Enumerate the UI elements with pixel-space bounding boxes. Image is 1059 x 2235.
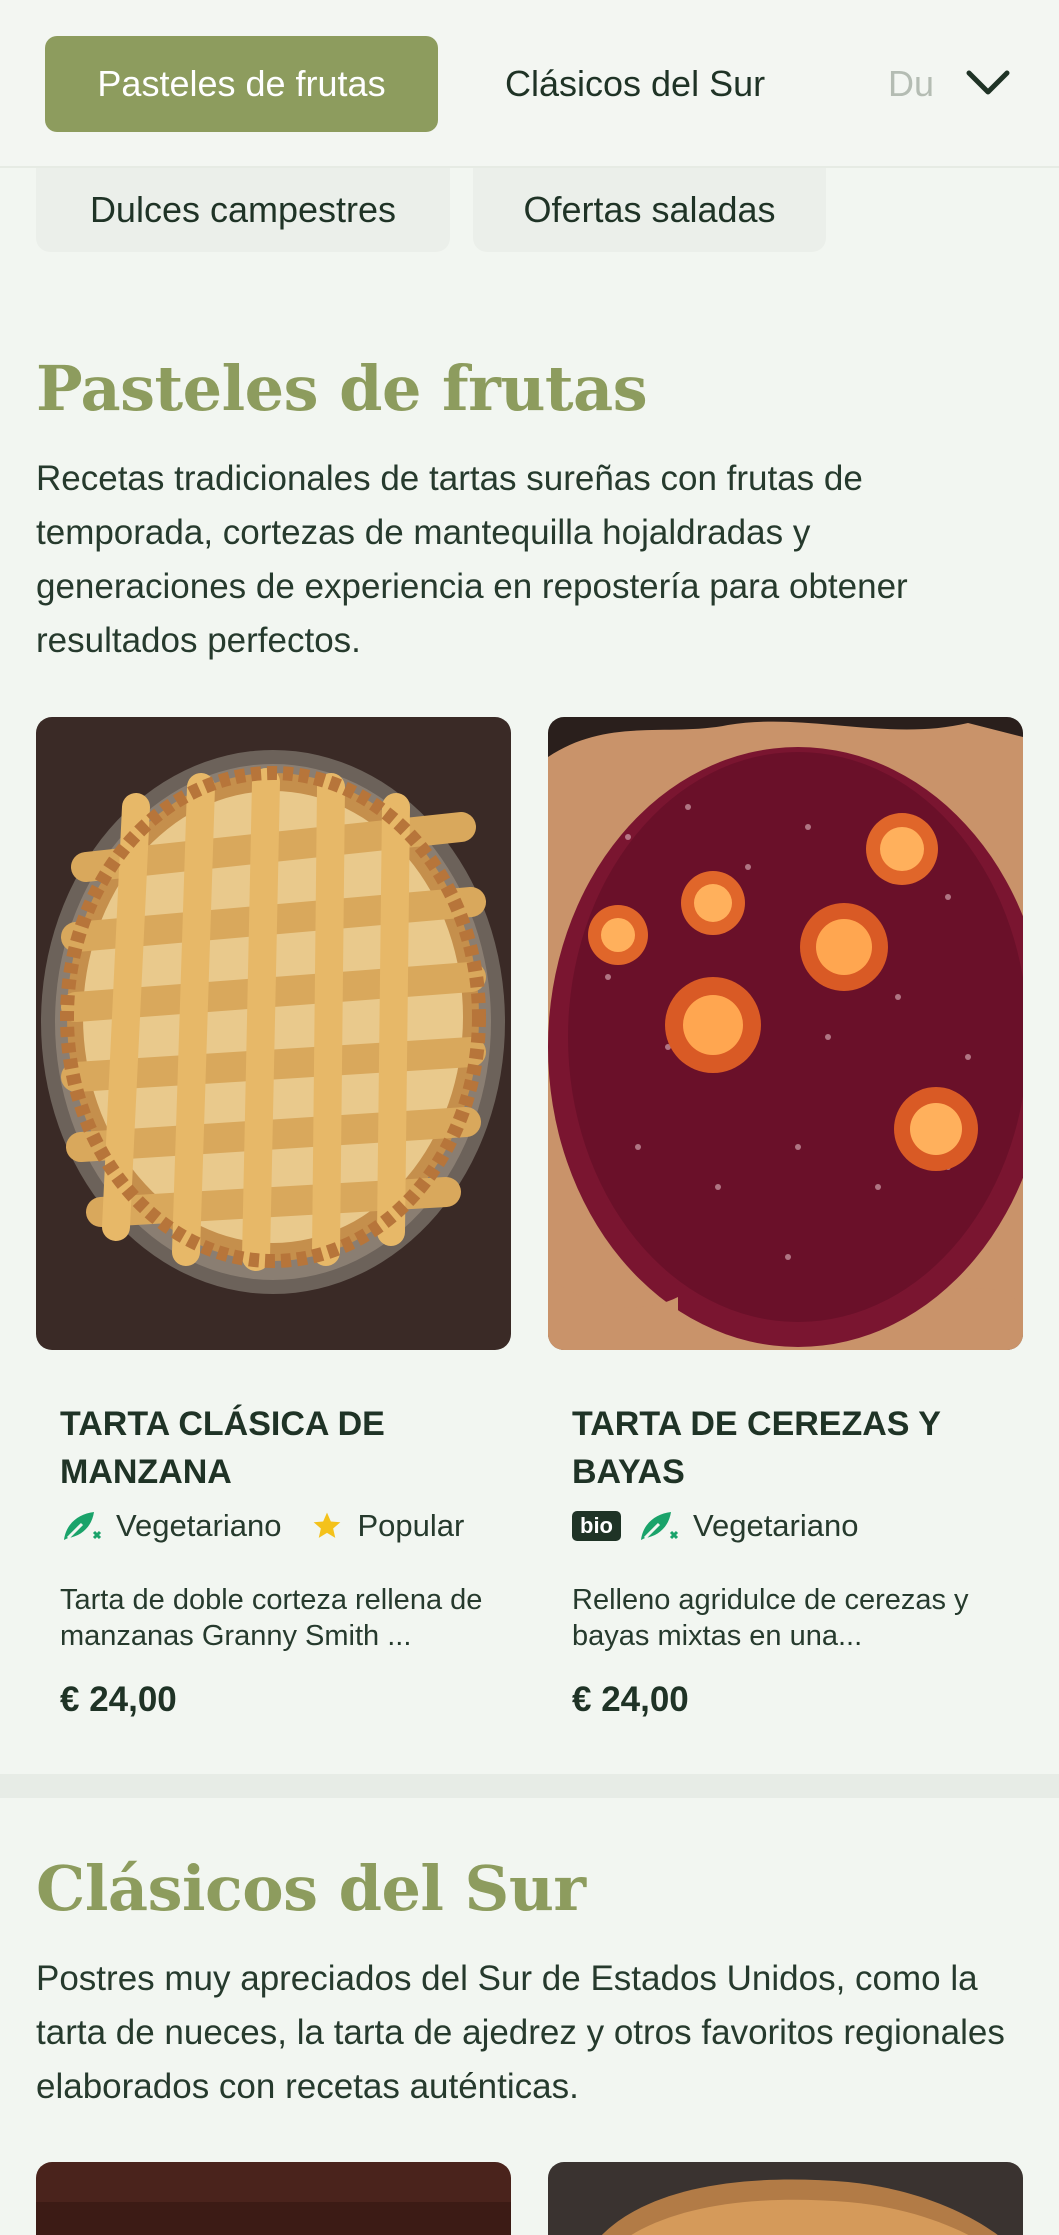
product-price: € 24,00 bbox=[572, 1680, 689, 1719]
leaf-icon bbox=[641, 1512, 679, 1540]
apple-pie-image[interactable] bbox=[36, 717, 511, 1350]
product-price: € 24,00 bbox=[60, 1680, 177, 1719]
product-tags: bio Vegetariano bbox=[572, 1508, 878, 1544]
section-description: Postres muy apreciados del Sur de Estado… bbox=[36, 1959, 1005, 2106]
product-image-partial[interactable] bbox=[548, 2162, 1023, 2235]
section-description: Recetas tradicionales de tartas sureñas … bbox=[36, 459, 908, 660]
tag-popular: Popular bbox=[311, 1508, 464, 1544]
section-title: Pasteles de frutas bbox=[36, 352, 648, 425]
pill-ofertas-saladas[interactable]: Ofertas saladas bbox=[473, 168, 826, 252]
product-image-partial[interactable] bbox=[36, 2162, 511, 2235]
tab-pasteles-de-frutas[interactable]: Pasteles de frutas bbox=[45, 36, 438, 132]
product-description: Tarta de doble corteza rellena de manzan… bbox=[60, 1584, 483, 1652]
product-tags: Vegetariano Popular bbox=[60, 1508, 484, 1544]
product-description: Relleno agridulce de cerezas y bayas mix… bbox=[572, 1584, 969, 1652]
product-name[interactable]: TARTA DE CEREZAS Y BAYAS bbox=[572, 1400, 1012, 1496]
section-divider bbox=[0, 1774, 1059, 1798]
star-icon bbox=[314, 1512, 341, 1538]
chevron-down-icon[interactable] bbox=[958, 58, 1018, 108]
product-name[interactable]: TARTA CLÁSICA DE MANZANA bbox=[60, 1400, 500, 1496]
section-title: Clásicos del Sur bbox=[36, 1852, 586, 1925]
tag-vegetarian: Vegetariano bbox=[60, 1508, 281, 1544]
leaf-icon bbox=[64, 1512, 102, 1540]
tag-vegetarian: Vegetariano bbox=[637, 1508, 858, 1544]
tab-dulces-campestres-partial[interactable]: Du bbox=[888, 36, 946, 132]
pill-dulces-campestres[interactable]: Dulces campestres bbox=[36, 168, 450, 252]
category-nav: Pasteles de frutas Clásicos del Sur Du bbox=[0, 0, 1059, 168]
tab-clasicos-del-sur[interactable]: Clásicos del Sur bbox=[505, 36, 765, 132]
bio-badge: bio bbox=[572, 1511, 621, 1541]
cherry-berry-pie-image[interactable] bbox=[548, 717, 1023, 1350]
